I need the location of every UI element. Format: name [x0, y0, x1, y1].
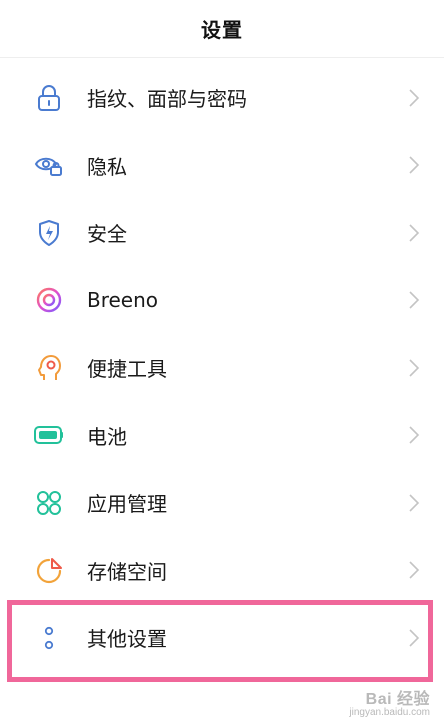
settings-item-privacy[interactable]: 隐私 — [0, 132, 444, 200]
watermark-logo: Bai 经验 — [365, 691, 430, 708]
lock-icon — [34, 83, 64, 113]
breeno-icon — [34, 285, 64, 315]
chevron-right-icon — [409, 359, 420, 377]
shield-icon — [34, 218, 64, 248]
settings-list: 指纹、面部与密码 隐私 安全 Breeno 便捷工具 电池 应用管理 存储空间 … — [0, 64, 444, 672]
header: 设置 — [0, 0, 444, 58]
chevron-right-icon — [409, 426, 420, 444]
chevron-right-icon — [409, 224, 420, 242]
chevron-right-icon — [409, 291, 420, 309]
chevron-right-icon — [409, 494, 420, 512]
settings-item-label: 隐私 — [87, 154, 127, 179]
battery-icon — [34, 420, 64, 450]
settings-item-label: 安全 — [87, 222, 127, 247]
chevron-right-icon — [409, 156, 420, 174]
more-dots-icon — [34, 623, 64, 653]
pie-chart-icon — [34, 555, 64, 585]
settings-item-label: 存储空间 — [87, 559, 167, 584]
chevron-right-icon — [409, 629, 420, 647]
settings-screen: 设置 指纹、面部与密码 隐私 安全 Breeno 便捷工具 电池 应用管理 存储… — [0, 0, 444, 724]
watermark: Bai 经验 jingyan.baidu.com — [349, 685, 430, 718]
settings-item-label: 指纹、面部与密码 — [87, 87, 247, 112]
chevron-right-icon — [409, 561, 420, 579]
eye-lock-icon — [34, 150, 64, 180]
settings-item-label: 应用管理 — [87, 492, 167, 517]
settings-item-label: 其他设置 — [87, 627, 167, 652]
chevron-right-icon — [409, 89, 420, 107]
settings-item-app-management[interactable]: 应用管理 — [0, 469, 444, 537]
settings-item-convenience-tools[interactable]: 便捷工具 — [0, 334, 444, 402]
settings-item-label: 电池 — [87, 424, 127, 449]
assistant-head-icon — [34, 353, 64, 383]
settings-item-other-settings[interactable]: 其他设置 — [0, 604, 444, 672]
settings-item-storage[interactable]: 存储空间 — [0, 537, 444, 605]
watermark-url: jingyan.baidu.com — [349, 707, 430, 718]
settings-item-fingerprint-face-password[interactable]: 指纹、面部与密码 — [0, 64, 444, 132]
settings-item-label: 便捷工具 — [87, 357, 167, 382]
app-grid-icon — [34, 488, 64, 518]
settings-item-breeno[interactable]: Breeno — [0, 267, 444, 335]
page-title: 设置 — [201, 18, 243, 42]
settings-item-battery[interactable]: 电池 — [0, 402, 444, 470]
settings-item-security[interactable]: 安全 — [0, 199, 444, 267]
settings-item-label: Breeno — [87, 288, 159, 313]
